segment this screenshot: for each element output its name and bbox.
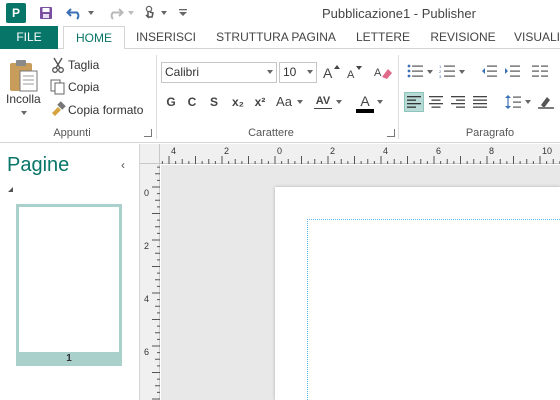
vertical-ruler[interactable]: 0 2 4 6: [140, 164, 160, 400]
columns-icon[interactable]: [530, 61, 550, 81]
change-case-button[interactable]: Aa: [273, 92, 295, 112]
paragraph-shading-icon[interactable]: [536, 92, 556, 112]
svg-text:A: A: [347, 69, 355, 81]
paste-button[interactable]: Incolla: [6, 92, 41, 106]
pages-pane: Pagine ‹ 1: [0, 144, 140, 400]
group-separator: [156, 55, 157, 139]
spacing-dropdown-icon[interactable]: [336, 100, 342, 104]
svg-text:3: 3: [439, 74, 442, 78]
font-name-combo[interactable]: Calibri: [161, 62, 277, 83]
line-spacing-dropdown-icon[interactable]: [525, 100, 531, 104]
bullets-icon[interactable]: [405, 61, 425, 81]
scissors-icon: [50, 57, 66, 73]
tab-struttura-pagina[interactable]: STRUTTURA PAGINA: [213, 26, 339, 49]
numbering-dropdown-icon[interactable]: [459, 70, 465, 74]
grow-font-button[interactable]: A: [322, 63, 340, 83]
ruler-label: 0: [277, 146, 282, 156]
ruler-label: 4: [383, 146, 388, 156]
paste-icon[interactable]: [8, 59, 40, 93]
customize-toolbar-icon[interactable]: [176, 2, 190, 24]
publisher-app-icon[interactable]: P: [6, 3, 26, 23]
tab-lettere[interactable]: LETTERE: [353, 26, 413, 49]
redo-dropdown-icon[interactable]: [126, 2, 136, 24]
tab-revisione[interactable]: REVISIONE: [427, 26, 499, 49]
align-center-icon[interactable]: [426, 92, 446, 112]
collapse-pane-icon[interactable]: ‹: [121, 158, 125, 172]
format-painter-button[interactable]: Copia formato: [68, 103, 143, 117]
increase-indent-icon[interactable]: [502, 61, 522, 81]
align-right-icon[interactable]: [448, 92, 468, 112]
ruler-label: 2: [330, 146, 335, 156]
margin-guides: [307, 219, 560, 400]
ruler-label: 2: [144, 241, 149, 251]
tab-visualizza[interactable]: VISUALI: [514, 26, 560, 49]
group-label-paragrafo: Paragrafo: [465, 127, 515, 139]
font-launcher-icon[interactable]: [387, 129, 395, 137]
tab-file[interactable]: FILE: [0, 26, 58, 49]
svg-text:A: A: [323, 65, 333, 81]
undo-icon[interactable]: [64, 2, 86, 24]
italic-button[interactable]: C: [183, 92, 201, 112]
undo-dropdown-icon[interactable]: [86, 2, 96, 24]
ruler-label: 4: [144, 294, 149, 304]
redo-icon[interactable]: [104, 2, 126, 24]
ruler-label: 6: [436, 146, 441, 156]
chevron-down-icon: [307, 70, 313, 74]
pages-pane-title: Pagine: [7, 154, 70, 176]
font-name-value: Calibri: [165, 65, 200, 79]
group-label-appunti: Appunti: [53, 127, 91, 139]
save-icon[interactable]: [36, 2, 56, 24]
change-case-dropdown-icon[interactable]: [297, 100, 303, 104]
align-left-icon[interactable]: [404, 92, 424, 112]
page-thumbnail[interactable]: [16, 204, 122, 364]
tab-inserisci[interactable]: INSERISCI: [135, 26, 197, 49]
window-title: Pubblicazione1 - Publisher: [322, 6, 476, 21]
shrink-font-button[interactable]: A: [345, 63, 363, 83]
page-thumbnail-number: 1: [16, 352, 122, 366]
ruler-label: 6: [144, 347, 149, 357]
horizontal-ruler[interactable]: 4 2 0 2 4 6 8 10: [160, 144, 560, 164]
ribbon-home: Incolla Taglia Copia Copia formato Appun…: [0, 49, 560, 143]
decrease-indent-icon[interactable]: [479, 61, 499, 81]
ruler-label: 8: [489, 146, 494, 156]
format-painter-icon: [50, 101, 66, 117]
touch-mode-icon[interactable]: [140, 2, 160, 24]
underline-button[interactable]: S: [205, 92, 223, 112]
chevron-down-icon: [267, 70, 273, 74]
font-color-button[interactable]: A: [356, 91, 374, 111]
copy-icon: [50, 79, 66, 95]
group-separator: [398, 55, 399, 139]
ruler-label: 4: [171, 146, 176, 156]
clipboard-launcher-icon[interactable]: [144, 129, 152, 137]
copy-button[interactable]: Copia: [68, 80, 99, 94]
tab-home[interactable]: HOME: [63, 26, 125, 50]
subscript-button[interactable]: x₂: [228, 92, 248, 112]
ruler-label: 2: [224, 146, 229, 156]
numbering-icon[interactable]: 123: [437, 61, 457, 81]
ruler-label: 10: [542, 146, 552, 156]
justify-icon[interactable]: [470, 92, 490, 112]
line-spacing-icon[interactable]: [503, 92, 523, 112]
ruler-label: 0: [144, 188, 149, 198]
group-label-carattere: Carattere: [248, 127, 294, 139]
font-size-value: 10: [283, 65, 297, 79]
cut-button[interactable]: Taglia: [68, 58, 99, 72]
font-color-bar: [356, 109, 374, 113]
paste-dropdown-icon[interactable]: [21, 111, 27, 115]
font-color-dropdown-icon[interactable]: [377, 100, 383, 104]
spacing-arrow-icon: [314, 108, 332, 109]
superscript-button[interactable]: x²: [250, 92, 270, 112]
ribbon-tabs: FILE HOME INSERISCI STRUTTURA PAGINA LET…: [0, 26, 560, 50]
svg-text:A: A: [374, 67, 382, 79]
section-expand-icon[interactable]: [8, 187, 13, 192]
title-bar: P Pubblicazione1 - Publisher: [0, 0, 560, 26]
font-size-combo[interactable]: 10: [279, 62, 317, 83]
ruler-corner: [140, 144, 160, 164]
clear-formatting-icon[interactable]: A: [372, 63, 394, 83]
bullets-dropdown-icon[interactable]: [427, 70, 433, 74]
touch-mode-dropdown-icon[interactable]: [160, 2, 168, 24]
bold-button[interactable]: G: [162, 92, 180, 112]
